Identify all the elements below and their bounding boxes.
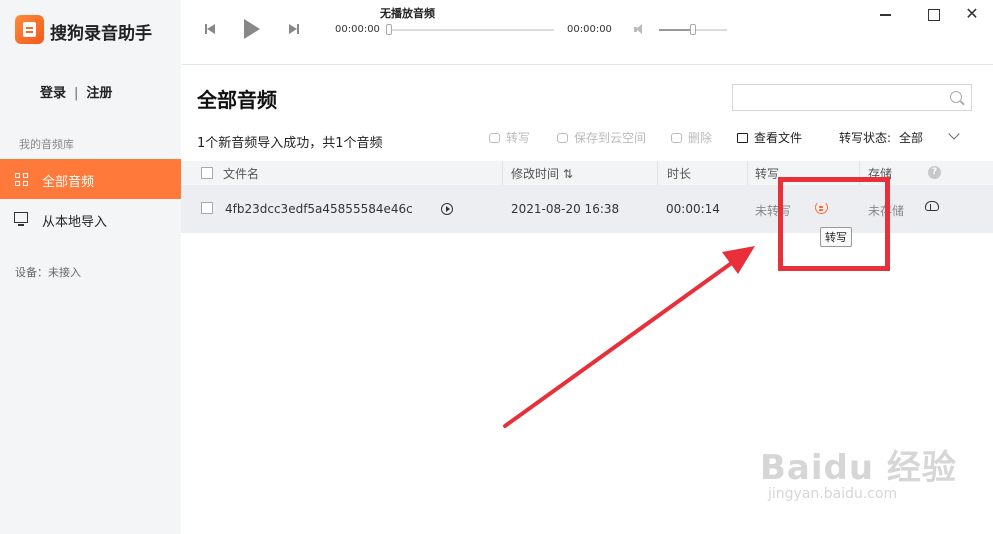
volume-icon[interactable]	[634, 24, 646, 35]
volume-fill	[659, 29, 690, 31]
row-modified-time: 2021-08-20 16:38	[511, 202, 620, 216]
transcribe-status-filter[interactable]: 转写状态: 全部	[839, 129, 923, 146]
close-icon[interactable]: ✕	[963, 5, 981, 23]
search-icon[interactable]	[950, 91, 962, 103]
transcribe-label: 转写	[506, 131, 531, 145]
import-status-message: 1个新音频导入成功，共1个音频	[197, 136, 383, 151]
playback-progress-track[interactable]	[386, 29, 554, 31]
chevron-down-icon[interactable]	[948, 128, 960, 140]
select-all-checkbox[interactable]	[201, 167, 213, 179]
library-section-label: 我的音频库	[19, 138, 74, 151]
row-checkbox[interactable]	[201, 202, 213, 214]
play-audio-icon[interactable]	[441, 203, 453, 215]
column-divider[interactable]	[747, 161, 748, 185]
header-modified-time[interactable]: 修改时间 ⇅	[511, 165, 573, 182]
app-window: 搜狗录音助手 登录 | 注册 我的音频库 全部音频 从本地导入 设备：未接入 无播放…	[0, 0, 993, 534]
open-file-button[interactable]: 查看文件	[737, 129, 802, 146]
delete-label: 删除	[688, 131, 713, 145]
folder-icon	[737, 133, 748, 143]
open-file-label: 查看文件	[754, 131, 803, 145]
baidu-watermark: Baidu 经验 jingyan.baidu.com	[760, 440, 970, 520]
previous-track-icon[interactable]	[205, 24, 215, 34]
total-time: 00:00:00	[567, 24, 612, 35]
playback-progress-handle[interactable]	[386, 24, 392, 35]
delete-button[interactable]: 删除	[671, 129, 712, 146]
sidebar-item-local-import[interactable]: 从本地导入	[0, 199, 181, 239]
volume-slider-handle[interactable]	[690, 24, 696, 35]
status-filter-label: 转写状态:	[839, 131, 892, 145]
column-divider[interactable]	[657, 161, 658, 185]
monitor-icon	[14, 212, 28, 226]
watermark-sub-text: jingyan.baidu.com	[768, 486, 898, 502]
header-filename: 文件名	[223, 167, 260, 181]
row-filename: 4fb23dcc3edf5a45855584e46c	[225, 202, 413, 216]
save-to-cloud-button[interactable]: 保存到云空间	[557, 129, 646, 146]
sidebar-item-all-audio[interactable]: 全部音频	[0, 159, 181, 199]
play-icon[interactable]	[244, 19, 260, 39]
app-title: 搜狗录音助手	[50, 24, 152, 44]
sidebar-item-label: 从本地导入	[42, 215, 108, 230]
next-track-icon[interactable]	[289, 24, 299, 34]
transcribe-icon	[489, 133, 500, 143]
search-input[interactable]	[732, 84, 972, 111]
minimize-icon[interactable]	[877, 5, 895, 23]
maximize-icon[interactable]	[924, 5, 942, 23]
annotation-highlight-box	[778, 177, 890, 271]
header-duration: 时长	[667, 167, 692, 181]
register-link[interactable]: 注册	[86, 86, 112, 101]
sidebar: 搜狗录音助手 登录 | 注册 我的音频库 全部音频 从本地导入 设备：未接入	[0, 0, 181, 534]
login-link[interactable]: 登录	[40, 86, 66, 101]
app-logo-icon	[15, 15, 44, 44]
grid-icon	[15, 173, 28, 186]
cloud-icon	[557, 133, 568, 143]
status-filter-value: 全部	[899, 131, 924, 145]
header-transcribe: 转写	[755, 167, 780, 181]
sidebar-item-label: 全部音频	[42, 175, 95, 190]
device-status: 设备：未接入	[15, 266, 81, 279]
auth-separator: |	[74, 86, 79, 101]
save-to-cloud-label: 保存到云空间	[574, 131, 647, 145]
cloud-upload-icon[interactable]	[925, 201, 939, 211]
current-time: 00:00:00	[335, 24, 380, 35]
column-divider[interactable]	[502, 161, 503, 185]
player-bar: 无播放音频 00:00:00 00:00:00 ✕	[181, 0, 993, 65]
row-duration: 00:00:14	[666, 202, 720, 216]
page-title: 全部音频	[197, 88, 277, 112]
transcribe-button[interactable]: 转写	[489, 129, 530, 146]
now-playing-title: 无播放音频	[380, 7, 435, 20]
help-icon[interactable]: ?	[928, 166, 941, 179]
trash-icon	[671, 133, 682, 143]
watermark-main-text: Baidu 经验	[760, 448, 957, 488]
auth-links: 登录 | 注册	[40, 82, 112, 101]
